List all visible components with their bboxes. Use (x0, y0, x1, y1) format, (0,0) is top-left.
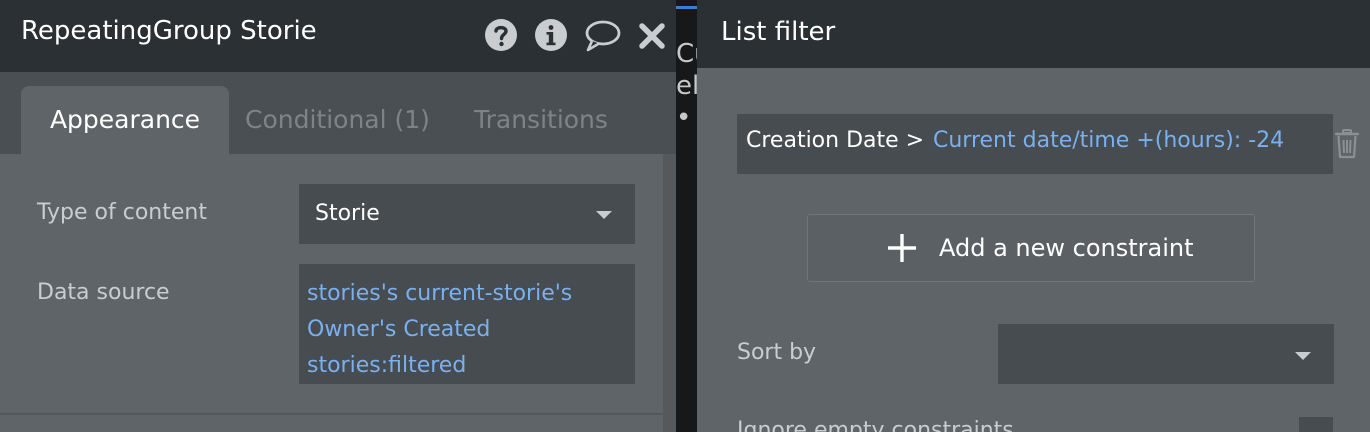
canvas-selection-edge (676, 6, 697, 9)
constraint-value-expression[interactable]: Current date/time +(hours): -24 (933, 128, 1284, 153)
tab-conditional[interactable]: Conditional (1) (245, 86, 430, 154)
add-constraint-label: Add a new constraint (939, 234, 1194, 262)
canvas-text-line: Cu (676, 39, 697, 69)
list-filter-title: List filter (721, 17, 836, 47)
canvas-text-line: • (676, 103, 692, 133)
comment-icon[interactable] (583, 17, 623, 53)
type-of-content-dropdown[interactable]: Storie (299, 184, 635, 244)
scrollbar-track[interactable] (663, 154, 676, 432)
chevron-down-icon (596, 211, 612, 219)
data-source-line[interactable]: stories's current-storie's (307, 281, 572, 306)
tab-appearance[interactable]: Appearance (21, 86, 229, 154)
sort-by-label: Sort by (737, 340, 817, 365)
data-source-line[interactable]: Owner's Created (307, 317, 490, 342)
data-source-label: Data source (37, 280, 170, 305)
tab-transitions[interactable]: Transitions (474, 86, 608, 154)
help-icon[interactable] (483, 17, 519, 53)
add-constraint-button[interactable]: Add a new constraint (807, 214, 1255, 282)
canvas-text-line: el (676, 71, 697, 101)
property-editor-header: RepeatingGroup Storie (0, 0, 676, 72)
list-filter-header: List filter (697, 0, 1370, 68)
property-tabs: Appearance Conditional (1) Transitions (0, 72, 676, 154)
trash-icon[interactable] (1334, 129, 1360, 159)
sort-by-dropdown[interactable] (998, 324, 1334, 384)
chevron-down-icon (1295, 352, 1311, 360)
element-property-editor: RepeatingGroup Storie Appearance Conditi… (0, 0, 676, 432)
section-divider (0, 413, 663, 415)
ignore-empty-constraints-label: Ignore empty constraints (737, 418, 1014, 432)
list-filter-panel: List filter Creation Date > Current date… (697, 0, 1370, 432)
data-source-expression[interactable]: stories's current-storie's Owner's Creat… (299, 264, 635, 384)
data-source-line[interactable]: stories:filtered (307, 353, 466, 378)
plus-icon (886, 232, 918, 264)
info-icon[interactable] (533, 17, 569, 53)
close-icon[interactable] (636, 17, 668, 53)
element-name-title[interactable]: RepeatingGroup Storie (21, 16, 317, 46)
constraint-field-operator[interactable]: Creation Date > (746, 128, 924, 153)
filter-constraint[interactable]: Creation Date > Current date/time +(hour… (737, 114, 1333, 174)
design-canvas-fragment: Cu el • (676, 0, 697, 432)
type-of-content-label: Type of content (37, 200, 207, 225)
canvas-text-fragment: Cu el • (676, 38, 697, 134)
ignore-empty-constraints-checkbox[interactable] (1299, 417, 1333, 432)
type-of-content-value: Storie (315, 201, 380, 226)
